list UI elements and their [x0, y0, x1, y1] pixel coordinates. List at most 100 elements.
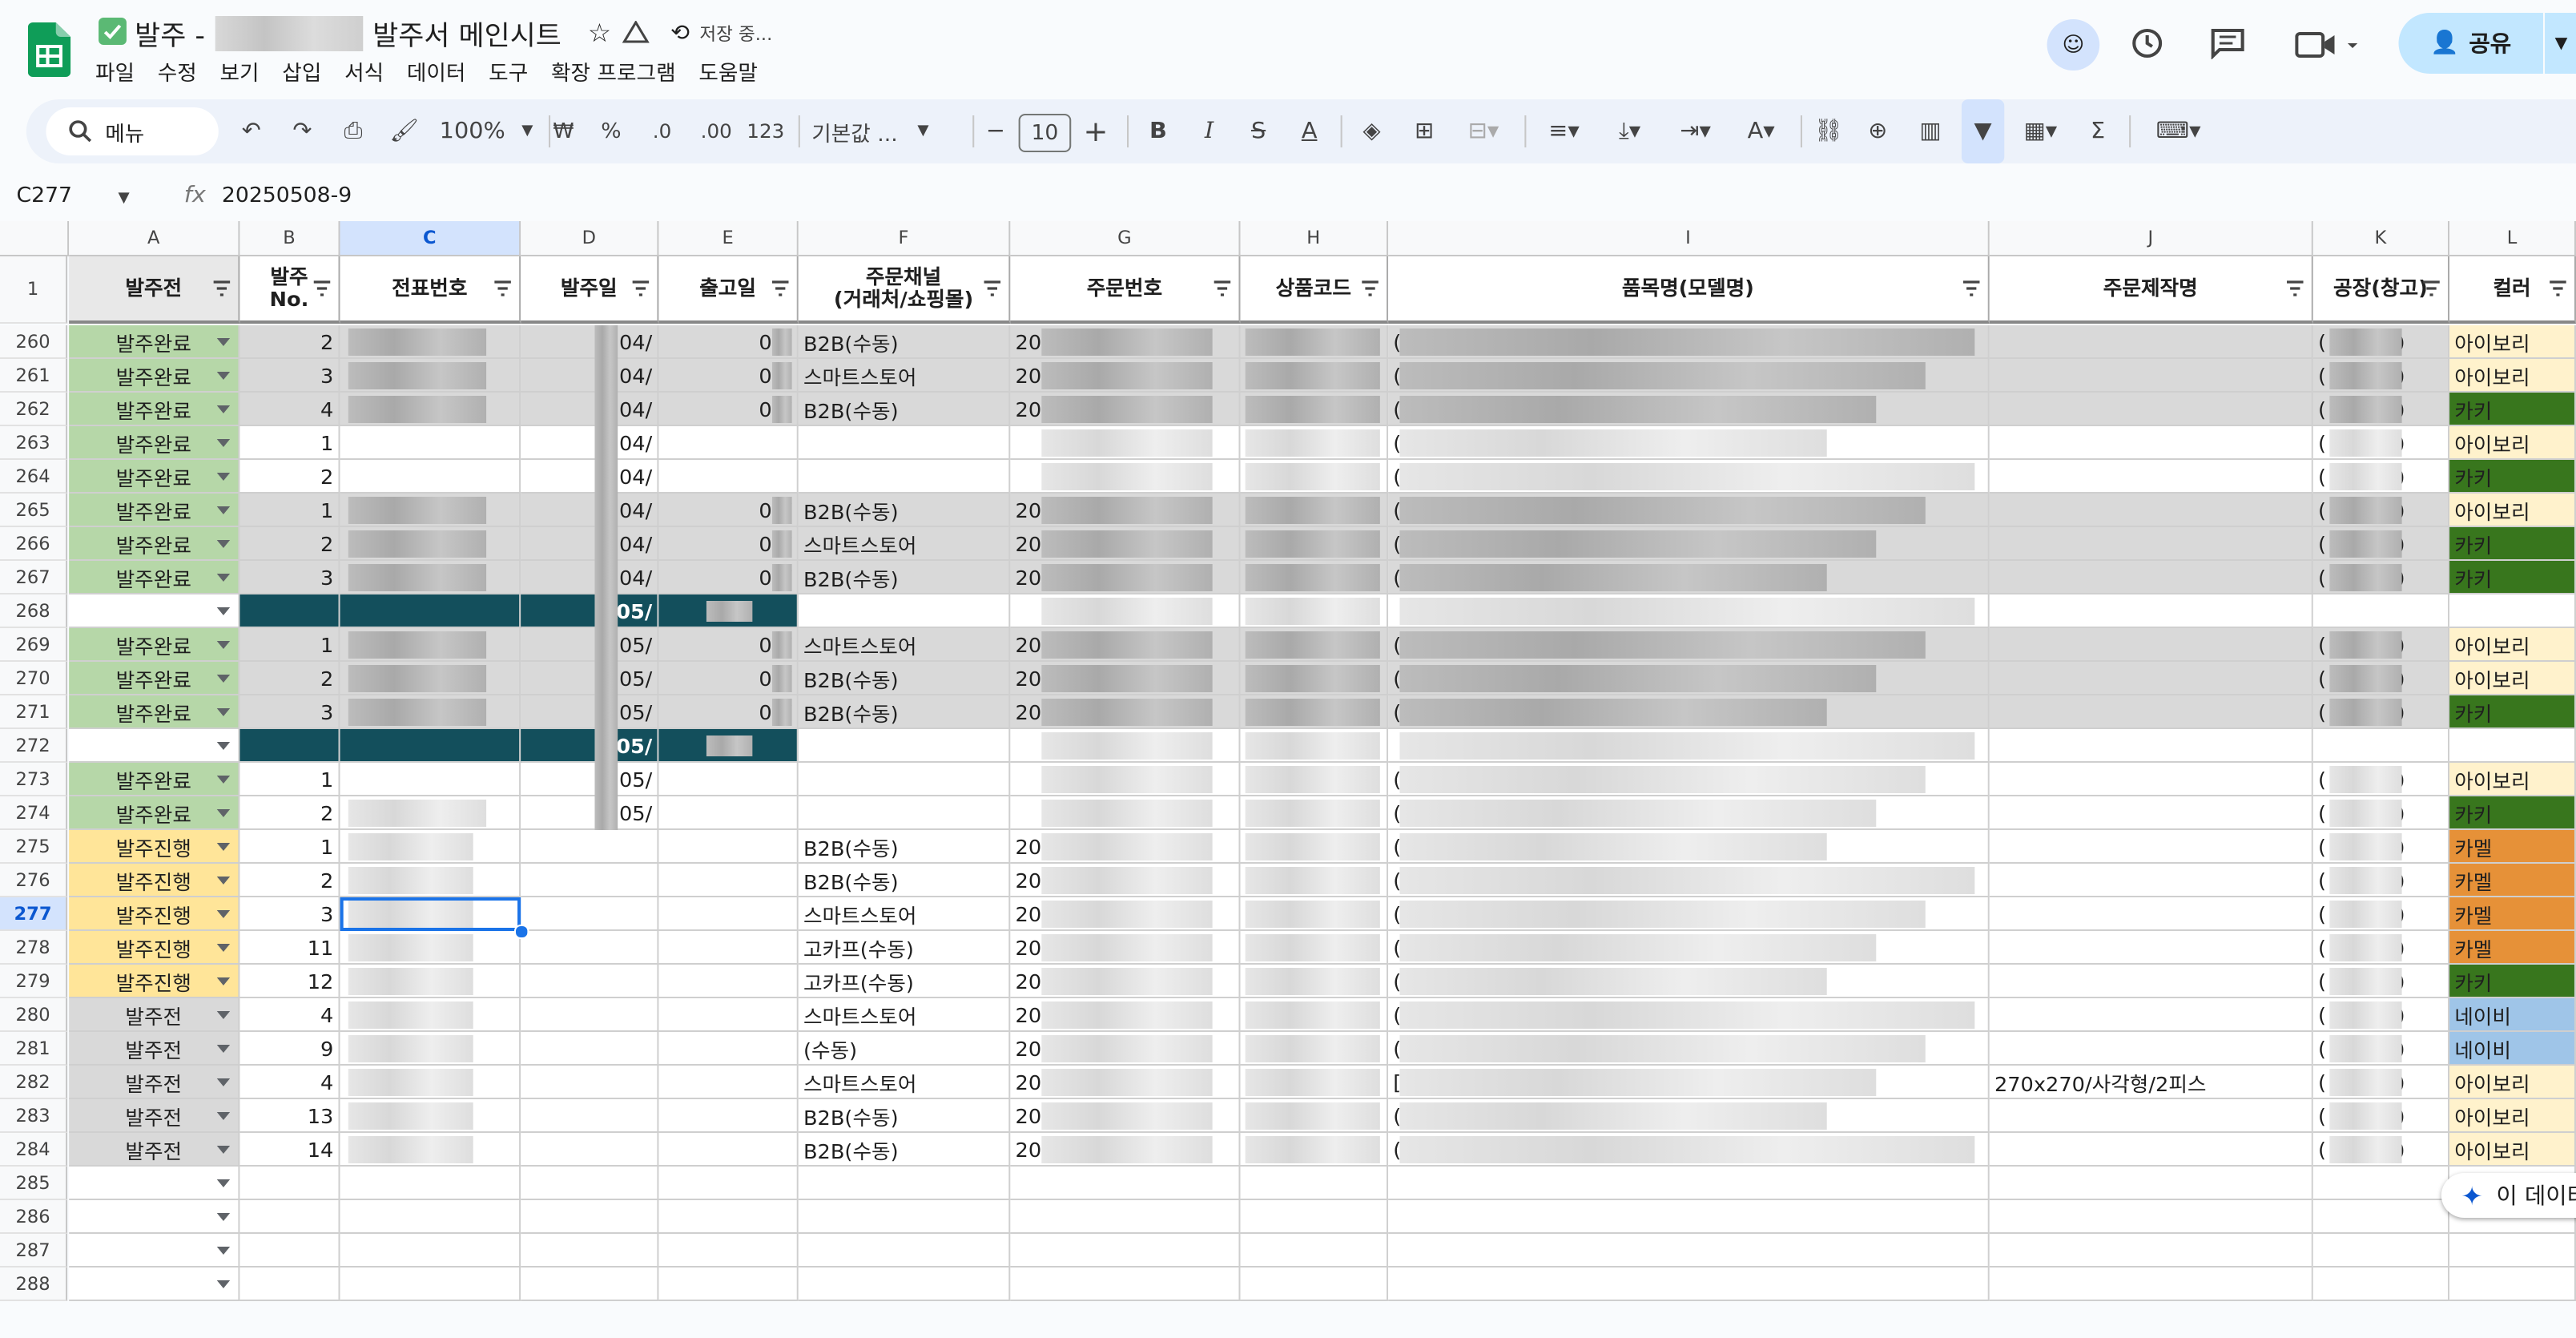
cell-d263[interactable]: 04/ — [521, 426, 659, 460]
cell-j284[interactable] — [1989, 1133, 2313, 1167]
cell-f269[interactable]: 스마트스토어 — [798, 628, 1011, 662]
cell-a287[interactable] — [69, 1234, 240, 1267]
cell-a288[interactable] — [69, 1267, 240, 1301]
cell-j269[interactable] — [1989, 628, 2313, 662]
cell-a286[interactable] — [69, 1200, 240, 1234]
cell-j270[interactable] — [1989, 662, 2313, 695]
document-title[interactable]: 발주 - 발주서 메인시트 ☆ ⟲ 저장 중... — [135, 13, 772, 53]
status-dropdown-icon[interactable] — [216, 1213, 231, 1221]
more-formats-button[interactable]: 123 — [743, 99, 788, 163]
cell-l263[interactable]: 아이보리 — [2449, 426, 2576, 460]
cell-l282[interactable]: 아이보리 — [2449, 1066, 2576, 1099]
row-header[interactable]: 287 — [0, 1234, 68, 1267]
row-header[interactable]: 268 — [0, 594, 68, 628]
row-header[interactable]: 262 — [0, 393, 68, 426]
cell-f276[interactable]: B2B(수동) — [798, 864, 1011, 897]
cell-a262[interactable]: 발주완료 — [69, 393, 240, 426]
row-header[interactable]: 276 — [0, 864, 68, 897]
cell-k286[interactable] — [2312, 1200, 2450, 1234]
status-dropdown-icon[interactable] — [216, 742, 231, 750]
cell-l266[interactable]: 카키 — [2449, 527, 2576, 561]
cell-b276[interactable]: 2 — [239, 864, 340, 897]
cell-d268[interactable]: 05/ — [521, 594, 659, 628]
cell-l269[interactable]: 아이보리 — [2449, 628, 2576, 662]
cell-d276[interactable] — [521, 864, 659, 897]
cell-j287[interactable] — [1989, 1234, 2313, 1267]
meet-icon[interactable] — [2295, 30, 2361, 59]
row-header[interactable]: 288 — [0, 1267, 68, 1301]
cell-b288[interactable] — [239, 1267, 340, 1301]
column-header-c[interactable]: C — [340, 221, 521, 256]
cell-d270[interactable]: 05/ — [521, 662, 659, 695]
cell-d287[interactable] — [521, 1234, 659, 1267]
cell-g286[interactable] — [1010, 1200, 1241, 1234]
cell-c263[interactable] — [340, 426, 521, 460]
row-header[interactable]: 274 — [0, 796, 68, 830]
filter-dropdown-icon[interactable] — [983, 279, 1003, 298]
cell-l280[interactable]: 네이비 — [2449, 998, 2576, 1032]
cell-f275[interactable]: B2B(수동) — [798, 830, 1011, 864]
row-header[interactable]: 284 — [0, 1133, 68, 1167]
cell-a267[interactable]: 발주완료 — [69, 561, 240, 594]
status-dropdown-icon[interactable] — [216, 1045, 231, 1053]
cell-c264[interactable] — [340, 460, 521, 494]
cell-b270[interactable]: 2 — [239, 662, 340, 695]
cell-b273[interactable]: 1 — [239, 763, 340, 796]
horizontal-align-icon[interactable]: ≡▾ — [1535, 99, 1594, 163]
cell-d281[interactable] — [521, 1032, 659, 1066]
cell-b264[interactable]: 2 — [239, 460, 340, 494]
star-icon[interactable]: ☆ — [588, 18, 611, 48]
cell-a277[interactable]: 발주진행 — [69, 897, 240, 931]
status-dropdown-icon[interactable] — [216, 1146, 231, 1154]
cell-b268[interactable] — [239, 594, 340, 628]
cell-d267[interactable]: 04/ — [521, 561, 659, 594]
share-dropdown-button[interactable]: ▼ — [2542, 13, 2576, 74]
cell-f286[interactable] — [798, 1200, 1011, 1234]
status-dropdown-icon[interactable] — [216, 877, 231, 885]
cell-c268[interactable] — [340, 594, 521, 628]
cell-j283[interactable] — [1989, 1099, 2313, 1133]
cell-a278[interactable]: 발주진행 — [69, 931, 240, 965]
borders-icon[interactable]: ⊞ — [1403, 99, 1446, 163]
menu-help[interactable]: 도움말 — [698, 56, 758, 87]
filter-dropdown-icon[interactable] — [2548, 279, 2568, 298]
status-dropdown-icon[interactable] — [216, 1011, 231, 1019]
row-header[interactable]: 269 — [0, 628, 68, 662]
cell-d285[interactable] — [521, 1167, 659, 1200]
cell-j274[interactable] — [1989, 796, 2313, 830]
cell-k268[interactable] — [2312, 594, 2450, 628]
cell-d278[interactable] — [521, 931, 659, 965]
cell-b279[interactable]: 12 — [239, 965, 340, 998]
cell-j271[interactable] — [1989, 695, 2313, 729]
cell-f274[interactable] — [798, 796, 1011, 830]
row-header[interactable]: 267 — [0, 561, 68, 594]
status-dropdown-icon[interactable] — [216, 708, 231, 716]
cell-a270[interactable]: 발주완료 — [69, 662, 240, 695]
filter-dropdown-icon[interactable] — [1962, 279, 1982, 298]
cell-a284[interactable]: 발주전 — [69, 1133, 240, 1167]
cell-j263[interactable] — [1989, 426, 2313, 460]
cell-k272[interactable] — [2312, 729, 2450, 763]
cell-e273[interactable] — [658, 763, 799, 796]
row-header[interactable]: 282 — [0, 1066, 68, 1099]
cell-d261[interactable]: 04/ — [521, 359, 659, 393]
functions-button[interactable]: Σ — [2076, 99, 2119, 163]
status-dropdown-icon[interactable] — [216, 776, 231, 784]
cell-l268[interactable] — [2449, 594, 2576, 628]
cell-g287[interactable] — [1010, 1234, 1241, 1267]
cell-e263[interactable] — [658, 426, 799, 460]
cell-d284[interactable] — [521, 1133, 659, 1167]
cell-b284[interactable]: 14 — [239, 1133, 340, 1167]
cell-d271[interactable]: 05/ — [521, 695, 659, 729]
cell-b280[interactable]: 4 — [239, 998, 340, 1032]
cell-f263[interactable] — [798, 426, 1011, 460]
row-header[interactable]: 286 — [0, 1200, 68, 1234]
name-box[interactable]: C277 ▼ — [17, 184, 130, 208]
status-dropdown-icon[interactable] — [216, 1280, 231, 1288]
cell-j266[interactable] — [1989, 527, 2313, 561]
cell-a279[interactable]: 발주진행 — [69, 965, 240, 998]
cell-j261[interactable] — [1989, 359, 2313, 393]
cell-j279[interactable] — [1989, 965, 2313, 998]
cell-l288[interactable] — [2449, 1267, 2576, 1301]
cell-a283[interactable]: 발주전 — [69, 1099, 240, 1133]
